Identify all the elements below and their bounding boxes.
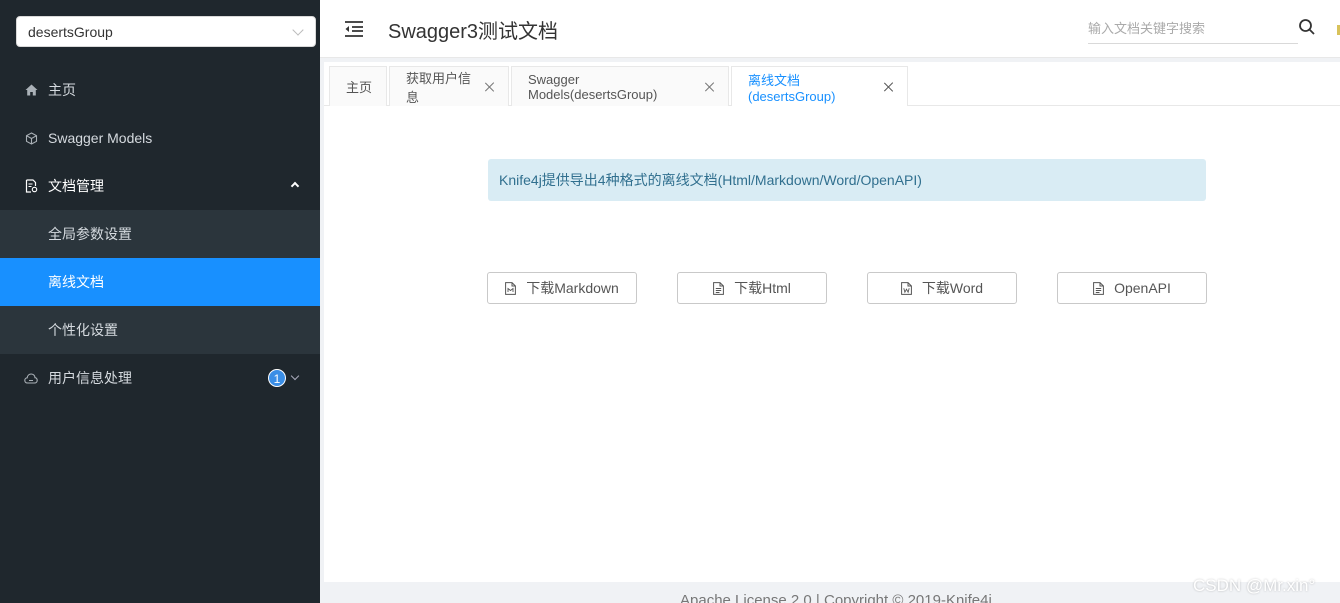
- tab-bar: 主页 获取用户信息 Swagger Models(desertsGroup) 离…: [324, 62, 1340, 107]
- download-openapi-button[interactable]: OpenAPI: [1057, 272, 1207, 304]
- doc-manage-submenu: 全局参数设置 离线文档 个性化设置: [0, 210, 320, 354]
- cloud-icon: [24, 371, 38, 385]
- sidebar-item-personalize[interactable]: 个性化设置: [0, 306, 320, 354]
- sidebar-item-label: 离线文档: [48, 274, 104, 290]
- alert-text: Knife4j提供导出4种格式的离线文档(Html/Markdown/Word/…: [499, 172, 922, 188]
- file-markdown-icon: [505, 281, 517, 295]
- search-icon[interactable]: [1298, 18, 1316, 36]
- sidebar-item-label: 个性化设置: [48, 322, 118, 338]
- close-icon[interactable]: [705, 82, 714, 92]
- sidebar-item-label: 文档管理: [48, 178, 104, 194]
- sidebar-item-offline-docs[interactable]: 离线文档: [0, 258, 320, 306]
- main-content: Knife4j提供导出4种格式的离线文档(Html/Markdown/Word/…: [324, 106, 1340, 582]
- file-text-icon: [1093, 281, 1104, 295]
- sidebar-item-doc-manage[interactable]: 文档管理: [0, 162, 320, 210]
- button-label: 下载Word: [921, 280, 984, 296]
- home-icon: [24, 83, 38, 97]
- tab-label: 主页: [346, 80, 373, 95]
- tab-get-user-info[interactable]: 获取用户信息: [389, 66, 509, 106]
- page-title: Swagger3测试文档: [388, 21, 559, 43]
- menu-fold-icon[interactable]: [344, 20, 364, 38]
- file-word-icon: [900, 281, 912, 295]
- sidebar-item-label: 用户信息处理: [48, 370, 132, 386]
- download-word-button[interactable]: 下载Word: [867, 272, 1017, 304]
- footer-license: Apache License 2.0 | Copyright © 2019-Kn…: [680, 592, 992, 603]
- close-icon[interactable]: [485, 82, 494, 92]
- sidebar-item-swagger-models[interactable]: Swagger Models: [0, 114, 320, 162]
- chevron-up-icon: [290, 181, 300, 191]
- csdn-watermark: CSDN @Mr.xin°: [1193, 576, 1316, 595]
- file-text-icon: [713, 281, 725, 295]
- cube-icon: [24, 131, 38, 145]
- doc-manage-icon: [24, 179, 38, 193]
- sidebar-item-home[interactable]: 主页: [0, 66, 320, 114]
- sidebar: desertsGroup 主页 Swagger Models 文档管理 全局参数…: [0, 0, 320, 603]
- sidebar-item-label: 全局参数设置: [48, 226, 132, 242]
- button-label: 下载Html: [734, 280, 791, 296]
- chevron-down-icon: [292, 23, 304, 36]
- sidebar-menu: 主页 Swagger Models 文档管理 全局参数设置 离线文档 个性化设置: [0, 66, 320, 402]
- sidebar-item-global-params[interactable]: 全局参数设置: [0, 210, 320, 258]
- info-alert: Knife4j提供导出4种格式的离线文档(Html/Markdown/Word/…: [488, 159, 1206, 201]
- button-label: 下载Markdown: [526, 280, 619, 296]
- sidebar-item-label: Swagger Models: [48, 130, 153, 146]
- search-input[interactable]: [1088, 14, 1268, 42]
- chevron-down-icon: [290, 371, 300, 381]
- tab-label: Swagger Models(desertsGroup): [528, 71, 658, 102]
- group-select-value: desertsGroup: [28, 23, 113, 40]
- count-badge: 1: [268, 369, 286, 387]
- tab-label: 离线文档(desertsGroup): [748, 73, 836, 104]
- sidebar-item-label: 主页: [48, 82, 76, 98]
- sidebar-item-user-info[interactable]: 用户信息处理 1: [0, 354, 320, 402]
- tab-home[interactable]: 主页: [329, 66, 387, 106]
- close-icon[interactable]: [884, 82, 893, 92]
- tab-swagger-models[interactable]: Swagger Models(desertsGroup): [511, 66, 729, 106]
- download-html-button[interactable]: 下载Html: [677, 272, 827, 304]
- tab-label: 获取用户信息: [406, 70, 472, 105]
- search-box: [1088, 14, 1298, 44]
- tab-offline-docs[interactable]: 离线文档(desertsGroup): [731, 66, 908, 107]
- top-header: Swagger3测试文档: [320, 0, 1340, 58]
- download-markdown-button[interactable]: 下载Markdown: [487, 272, 637, 304]
- group-select[interactable]: desertsGroup: [16, 16, 316, 47]
- button-label: OpenAPI: [1114, 280, 1171, 296]
